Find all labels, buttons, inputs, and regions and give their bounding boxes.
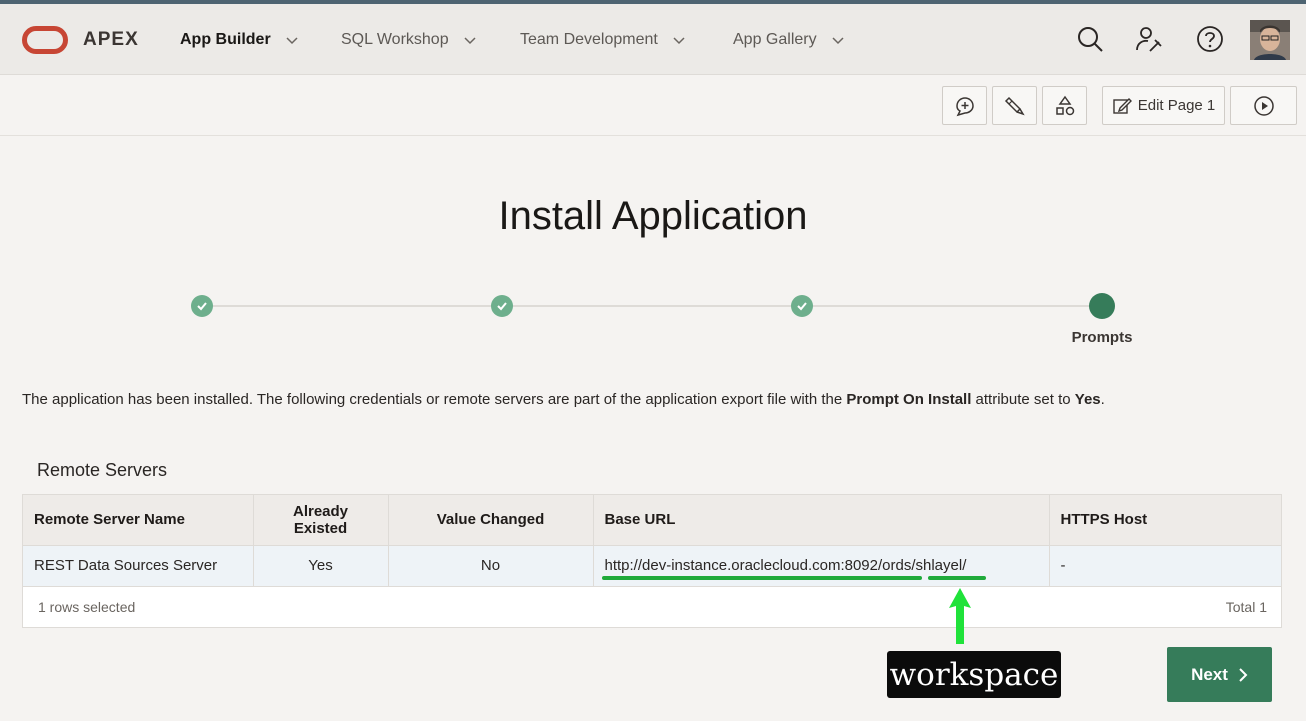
description-text: The application has been installed. The … xyxy=(22,391,847,408)
user-avatar[interactable] xyxy=(1250,20,1290,60)
nav-app-builder[interactable]: App Builder xyxy=(180,31,299,49)
column-header[interactable]: Already Existed xyxy=(253,495,389,546)
app-header: APEX App Builder SQL Workshop Team Devel… xyxy=(0,4,1306,75)
feedback-button[interactable] xyxy=(942,86,987,125)
description-text: . xyxy=(1100,391,1105,408)
next-button-label: Next xyxy=(1191,664,1228,684)
oracle-logo-icon[interactable] xyxy=(22,26,68,54)
nav-team-development[interactable]: Team Development xyxy=(520,31,686,49)
chevron-down-icon xyxy=(286,37,298,45)
wizard-step-completed xyxy=(491,295,513,317)
column-header[interactable]: Remote Server Name xyxy=(23,495,254,546)
wizard-step-current xyxy=(1089,293,1115,319)
brand-name[interactable]: APEX xyxy=(83,29,139,51)
remote-server-name-cell: REST Data Sources Server xyxy=(23,545,254,586)
rows-selected-count: 1 rows selected xyxy=(38,599,136,615)
nav-label: App Builder xyxy=(180,31,271,48)
nav-label: Team Development xyxy=(520,31,658,48)
description-text: attribute set to xyxy=(971,391,1075,408)
feedback-icon xyxy=(955,96,974,116)
wizard-step-completed xyxy=(791,295,813,317)
url-highlight-underline xyxy=(602,576,922,580)
column-header[interactable]: Base URL xyxy=(593,495,1050,546)
wizard-connector xyxy=(812,305,1090,307)
wizard-connector xyxy=(512,305,792,307)
admin-tools-icon[interactable] xyxy=(1134,24,1164,54)
page-toolbar: Edit Page 1 xyxy=(0,76,1306,136)
wizard-step-label: Prompts xyxy=(1071,329,1133,346)
quick-sql-icon xyxy=(1004,96,1025,115)
install-description: The application has been installed. The … xyxy=(22,391,1105,408)
checkmark-icon xyxy=(497,302,507,311)
search-icon[interactable] xyxy=(1075,24,1105,54)
quick-sql-button[interactable] xyxy=(992,86,1037,125)
edit-page-icon xyxy=(1113,97,1132,114)
run-page-button[interactable] xyxy=(1230,86,1297,125)
chevron-down-icon xyxy=(464,37,476,45)
description-emphasis: Yes xyxy=(1074,391,1101,408)
chevron-right-icon xyxy=(1239,667,1248,682)
report-footer: 1 rows selected Total 1 xyxy=(23,586,1281,627)
workspace-annotation-label: workspace xyxy=(887,651,1061,698)
region-title: Remote Servers xyxy=(37,460,168,480)
table-header-row: Remote Server Name Already Existed Value… xyxy=(23,495,1281,546)
column-header[interactable]: Value Changed xyxy=(388,495,594,546)
workspace-highlight-underline xyxy=(928,576,986,580)
edit-page-button[interactable]: Edit Page 1 xyxy=(1102,86,1225,125)
nav-sql-workshop[interactable]: SQL Workshop xyxy=(341,31,477,49)
value-changed-cell: No xyxy=(388,545,594,586)
wizard-step-completed xyxy=(191,295,213,317)
next-button[interactable]: Next xyxy=(1167,647,1272,702)
chevron-down-icon xyxy=(673,37,685,45)
column-header[interactable]: HTTPS Host xyxy=(1049,495,1281,546)
nav-app-gallery[interactable]: App Gallery xyxy=(733,31,845,49)
remote-servers-report: Remote Server Name Already Existed Value… xyxy=(22,494,1282,628)
already-existed-cell: Yes xyxy=(253,545,389,586)
help-icon[interactable] xyxy=(1195,24,1225,54)
shared-components-icon xyxy=(1055,95,1074,115)
wizard-connector xyxy=(212,305,492,307)
nav-label: SQL Workshop xyxy=(341,31,449,48)
https-host-cell: - xyxy=(1049,545,1281,586)
checkmark-icon xyxy=(797,302,807,311)
run-page-icon xyxy=(1253,95,1274,116)
edit-page-label: Edit Page 1 xyxy=(1137,97,1216,114)
nav-label: App Gallery xyxy=(733,31,817,48)
annotation-arrow-icon xyxy=(949,588,971,644)
description-emphasis: Prompt On Install xyxy=(846,391,972,408)
chevron-down-icon xyxy=(832,37,844,45)
checkmark-icon xyxy=(197,302,207,311)
page-title: Install Application xyxy=(498,194,808,238)
total-count: Total 1 xyxy=(1225,599,1267,615)
shared-components-button[interactable] xyxy=(1042,86,1087,125)
